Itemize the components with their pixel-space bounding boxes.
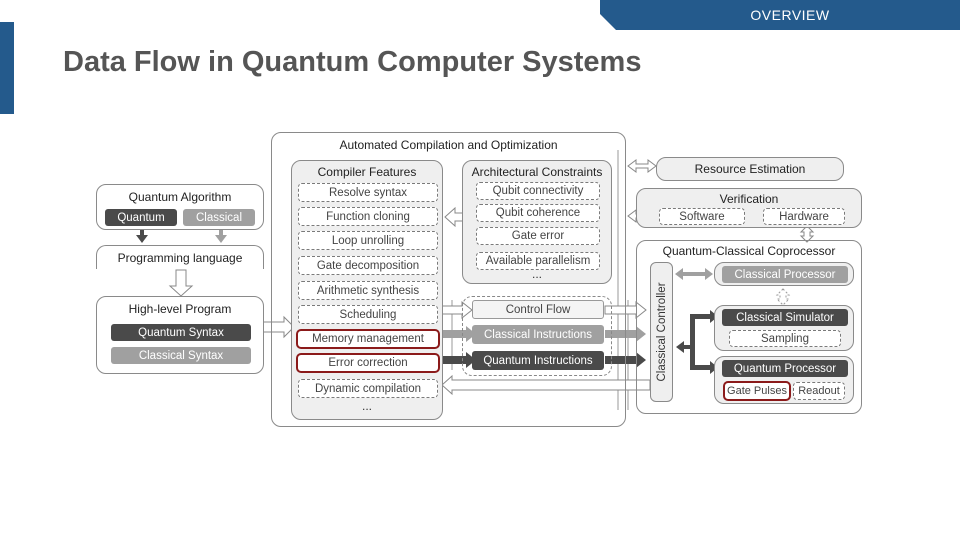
page-title: Data Flow in Quantum Computer Systems: [63, 46, 642, 78]
architectural-constraints-ellipsis: ...: [531, 267, 542, 281]
quantum-instructions: Quantum Instructions: [472, 351, 604, 370]
classical-simulator-label: Classical Simulator: [722, 309, 848, 326]
feature-loop-unrolling: Loop unrolling: [298, 231, 438, 250]
section-tab-label: OVERVIEW: [750, 7, 830, 23]
feature-function-cloning: Function cloning: [298, 207, 438, 226]
feature-error-correction: Error correction: [296, 353, 440, 373]
high-level-program-box: High-level Program Quantum Syntax Classi…: [96, 296, 264, 374]
classical-instructions: Classical Instructions: [472, 325, 604, 344]
quantum-processor-box: Quantum Processor Gate Pulses Readout: [714, 356, 854, 404]
classical-simulator-box: Classical Simulator Sampling: [714, 305, 854, 351]
verification-box: Verification Software Hardware: [636, 188, 862, 228]
control-flow: Control Flow: [472, 300, 604, 319]
feature-dynamic-compilation: Dynamic compilation: [298, 379, 438, 398]
feature-scheduling: Scheduling: [298, 305, 438, 324]
programming-language-box: Programming language: [96, 245, 264, 269]
feature-gate-decomposition: Gate decomposition: [298, 256, 438, 275]
classical-processor-label: Classical Processor: [722, 266, 848, 283]
compiler-features-title: Compiler Features: [317, 165, 417, 179]
section-tab-overview: OVERVIEW: [600, 0, 960, 30]
quantum-processor-label: Quantum Processor: [722, 360, 848, 377]
resource-estimation-box: Resource Estimation: [656, 157, 844, 181]
compiler-features-ellipsis: ...: [361, 399, 372, 413]
arrow-resource-estimation: [627, 159, 657, 173]
classical-processor-box: Classical Processor: [714, 262, 854, 286]
constraint-qubit-coherence: Qubit coherence: [476, 204, 600, 222]
programming-language-label: Programming language: [117, 250, 243, 265]
classical-controller-label: Classical Controller: [655, 282, 668, 382]
quantum-algorithm-box: Quantum Algorithm Quantum Classical: [96, 184, 264, 230]
constraint-gate-error: Gate error: [476, 227, 600, 245]
feature-memory-management: Memory management: [296, 329, 440, 349]
resource-estimation-label: Resource Estimation: [694, 162, 806, 176]
arrow-language-to-program: [168, 269, 194, 297]
verification-software: Software: [659, 208, 745, 225]
coprocessor-title: Quantum-Classical Coprocessor: [662, 244, 836, 258]
gate-pulses: Gate Pulses: [723, 381, 791, 401]
readout: Readout: [793, 382, 845, 400]
quantum-algorithm-title: Quantum Algorithm: [128, 190, 232, 204]
verification-hardware: Hardware: [763, 208, 845, 225]
compiler-features-box: Compiler Features Resolve syntax Functio…: [291, 160, 443, 420]
feature-resolve-syntax: Resolve syntax: [298, 183, 438, 202]
feature-arithmetic-synthesis: Arithmetic synthesis: [298, 281, 438, 300]
compilation-title: Automated Compilation and Optimization: [339, 138, 558, 152]
architectural-constraints-title: Architectural Constraints: [471, 165, 603, 179]
sampling: Sampling: [729, 330, 841, 347]
quantum-syntax: Quantum Syntax: [111, 324, 251, 341]
accent-bar: [0, 22, 14, 114]
quantum-algorithm-classical: Classical: [183, 209, 255, 226]
quantum-algorithm-quantum: Quantum: [105, 209, 177, 226]
constraint-qubit-connectivity: Qubit connectivity: [476, 182, 600, 200]
classical-controller: Classical Controller: [650, 262, 673, 402]
classical-syntax: Classical Syntax: [111, 347, 251, 364]
high-level-program-title: High-level Program: [128, 302, 232, 316]
verification-title: Verification: [719, 192, 779, 206]
architectural-constraints-box: Architectural Constraints Qubit connecti…: [462, 160, 612, 284]
